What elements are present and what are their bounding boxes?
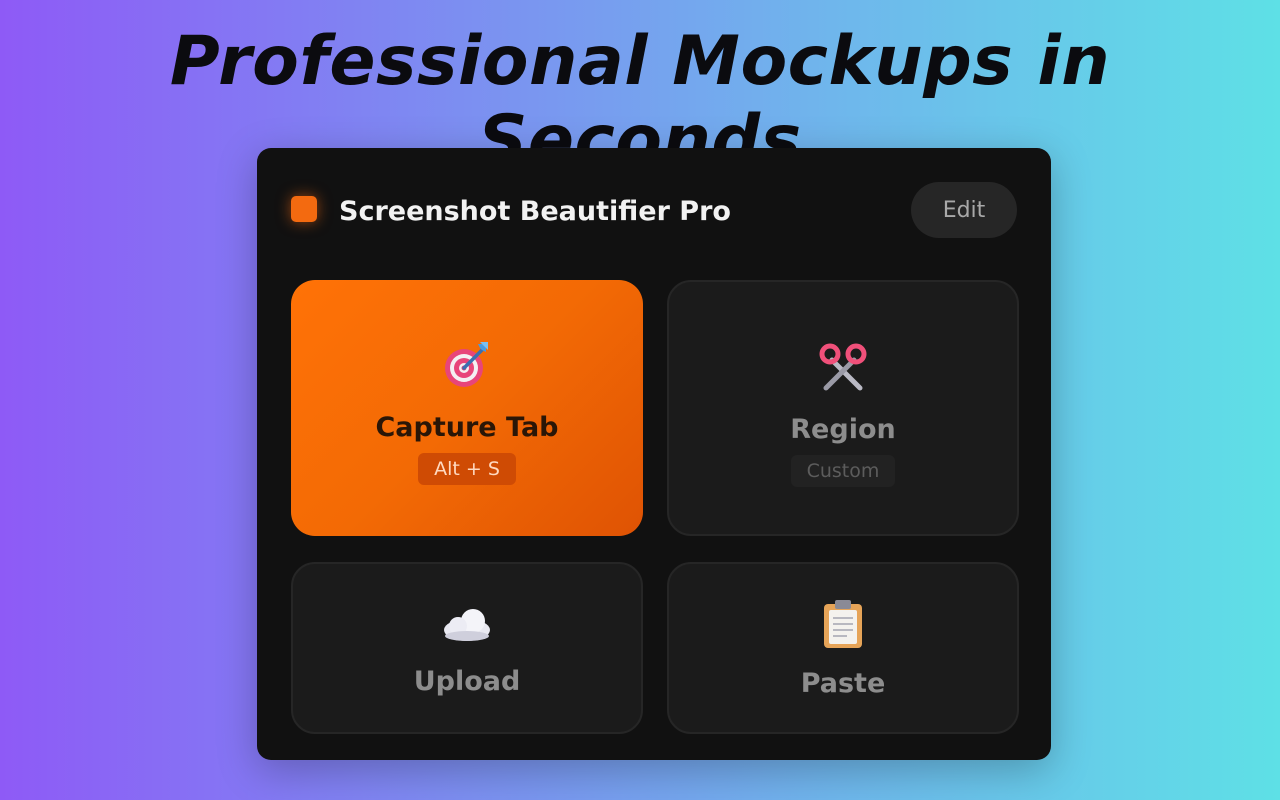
target-icon [442, 340, 492, 390]
extension-popup: Screenshot Beautifier Pro Edit Capture T… [257, 148, 1051, 760]
upload-label: Upload [413, 666, 521, 697]
paste-button[interactable]: Paste [667, 562, 1019, 734]
app-title: Screenshot Beautifier Pro [339, 196, 731, 227]
popup-header: Screenshot Beautifier Pro Edit [291, 182, 1017, 238]
region-mode-badge: Custom [790, 455, 896, 487]
clipboard-icon [821, 598, 865, 650]
paste-label: Paste [800, 668, 886, 699]
edit-button[interactable]: Edit [911, 182, 1017, 238]
cloud-icon [441, 604, 493, 644]
capture-tab-button[interactable]: Capture Tab Alt + S [291, 280, 643, 536]
capture-shortcut-badge: Alt + S [418, 453, 516, 485]
region-button[interactable]: Region Custom [667, 280, 1019, 536]
upload-button[interactable]: Upload [291, 562, 643, 734]
brand-logo-icon [291, 196, 317, 222]
region-label: Region [790, 414, 896, 445]
scissors-icon [818, 342, 868, 392]
capture-tab-label: Capture Tab [375, 412, 559, 443]
